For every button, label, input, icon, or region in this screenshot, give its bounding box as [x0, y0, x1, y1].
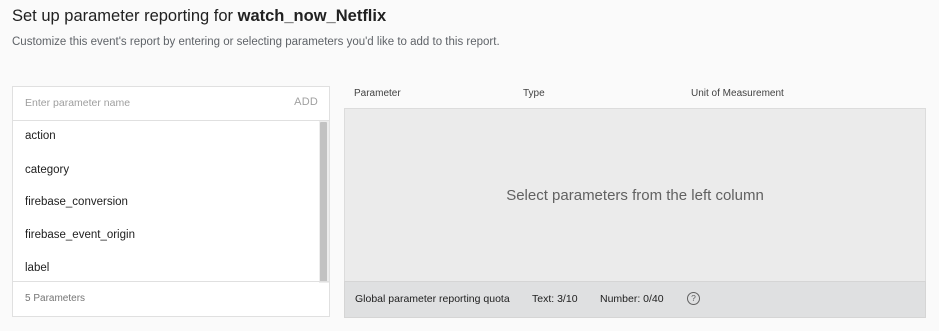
parameter-list: action category firebase_conversion fire… — [13, 121, 329, 283]
quota-text: Text: 3/10 — [532, 293, 578, 305]
column-header-parameter: Parameter — [354, 88, 401, 99]
search-row: ADD — [13, 87, 329, 121]
event-name: watch_now_Netflix — [237, 7, 387, 25]
title-prefix: Set up parameter reporting for — [12, 7, 238, 25]
page-subtitle: Customize this event's report by enterin… — [12, 36, 500, 48]
parameter-count: 5 Parameters — [25, 293, 86, 304]
selected-parameters-panel: Parameter Type Unit of Measurement Selec… — [344, 84, 926, 318]
column-header-type: Type — [523, 88, 545, 99]
empty-state-message: Select parameters from the left column — [506, 187, 764, 204]
empty-state: Select parameters from the left column — [344, 108, 926, 281]
list-item[interactable]: firebase_event_origin — [13, 219, 329, 252]
quota-label: Global parameter reporting quota — [355, 293, 510, 305]
quota-number: Number: 0/40 — [600, 293, 664, 305]
parameter-name-input[interactable] — [25, 93, 275, 113]
list-scrollbar[interactable] — [319, 121, 329, 283]
table-header: Parameter Type Unit of Measurement — [344, 84, 926, 108]
list-item[interactable]: label — [13, 252, 329, 283]
add-button[interactable]: ADD — [294, 96, 318, 108]
help-icon[interactable]: ? — [687, 292, 700, 305]
quota-bar: Global parameter reporting quota Text: 3… — [344, 281, 926, 318]
list-item[interactable]: firebase_conversion — [13, 186, 329, 219]
list-footer: 5 Parameters — [13, 281, 329, 316]
list-item[interactable]: action — [13, 121, 329, 154]
page-title: Set up parameter reporting for watch_now… — [12, 7, 386, 26]
column-header-unit: Unit of Measurement — [691, 88, 784, 99]
parameter-picker: ADD action category firebase_conversion … — [12, 86, 330, 317]
list-item[interactable]: category — [13, 154, 329, 187]
scrollbar-thumb[interactable] — [320, 122, 327, 282]
